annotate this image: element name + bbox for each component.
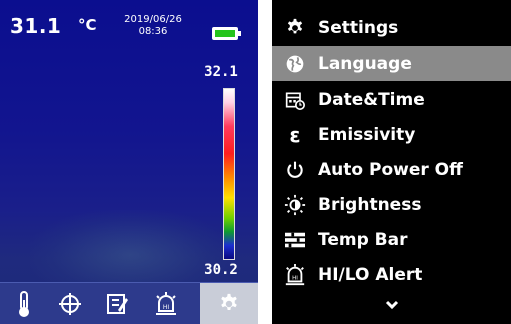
crosshair-button[interactable] (48, 283, 92, 324)
menu-item-emissivity[interactable]: ε Emissivity (272, 117, 511, 152)
alarm-button[interactable]: HI (144, 283, 188, 324)
thermometer-button[interactable] (2, 283, 46, 324)
menu-item-auto-power-off[interactable]: Auto Power Off (272, 152, 511, 187)
bottom-toolbar: HI (0, 282, 258, 324)
chevron-down-icon (385, 300, 398, 310)
svg-text:HI: HI (163, 304, 170, 311)
calendar-clock-icon (272, 82, 318, 117)
settings-header: Settings (272, 10, 511, 45)
temp-bar-icon (272, 222, 318, 257)
date-time-display: 2019/06/26 08:36 (118, 14, 188, 38)
menu-item-label: Temp Bar (318, 229, 408, 250)
settings-title: Settings (318, 17, 399, 38)
alarm-icon: HI (272, 257, 318, 292)
thermometer-icon (19, 291, 29, 317)
menu-item-hi-lo-alert[interactable]: HI HI/LO Alert (272, 257, 511, 292)
svg-text:HI: HI (292, 275, 298, 281)
scale-max-value: 32.1 (204, 64, 238, 80)
time-text: 08:36 (138, 26, 168, 37)
palette-icon (107, 294, 128, 314)
menu-item-label: HI/LO Alert (318, 264, 423, 285)
gear-icon (272, 10, 318, 45)
menu-item-label: Brightness (318, 194, 422, 215)
date-text: 2019/06/26 (124, 14, 182, 25)
settings-menu: Settings Language Date&Time ε Emissivity… (272, 0, 511, 324)
gear-icon (221, 293, 237, 310)
menu-item-label: Auto Power Off (318, 159, 463, 180)
center-temperature: 31.1 (10, 14, 62, 38)
menu-item-label: Date&Time (318, 89, 425, 110)
epsilon-icon: ε (272, 117, 318, 152)
temperature-unit: °C (78, 16, 97, 34)
menu-item-language[interactable]: Language (272, 46, 511, 81)
settings-button[interactable] (200, 283, 258, 324)
temperature-color-bar (223, 88, 235, 260)
alarm-icon: HI (156, 292, 176, 315)
crosshair-icon (59, 293, 81, 315)
menu-item-label: Emissivity (318, 124, 416, 145)
brightness-icon (272, 187, 318, 222)
thermal-view: 31.1 °C 2019/06/26 08:36 32.1 30.2 HI (0, 0, 258, 324)
globe-icon (272, 46, 318, 81)
menu-item-temp-bar[interactable]: Temp Bar (272, 222, 511, 257)
power-icon (272, 152, 318, 187)
menu-item-label: Language (318, 53, 412, 74)
menu-item-date-time[interactable]: Date&Time (272, 82, 511, 117)
scroll-down-button[interactable] (272, 290, 511, 320)
svg-text:ε: ε (289, 124, 300, 146)
menu-item-brightness[interactable]: Brightness (272, 187, 511, 222)
palette-button[interactable] (96, 283, 140, 324)
scale-min-value: 30.2 (204, 262, 238, 278)
battery-full-icon (212, 27, 241, 40)
